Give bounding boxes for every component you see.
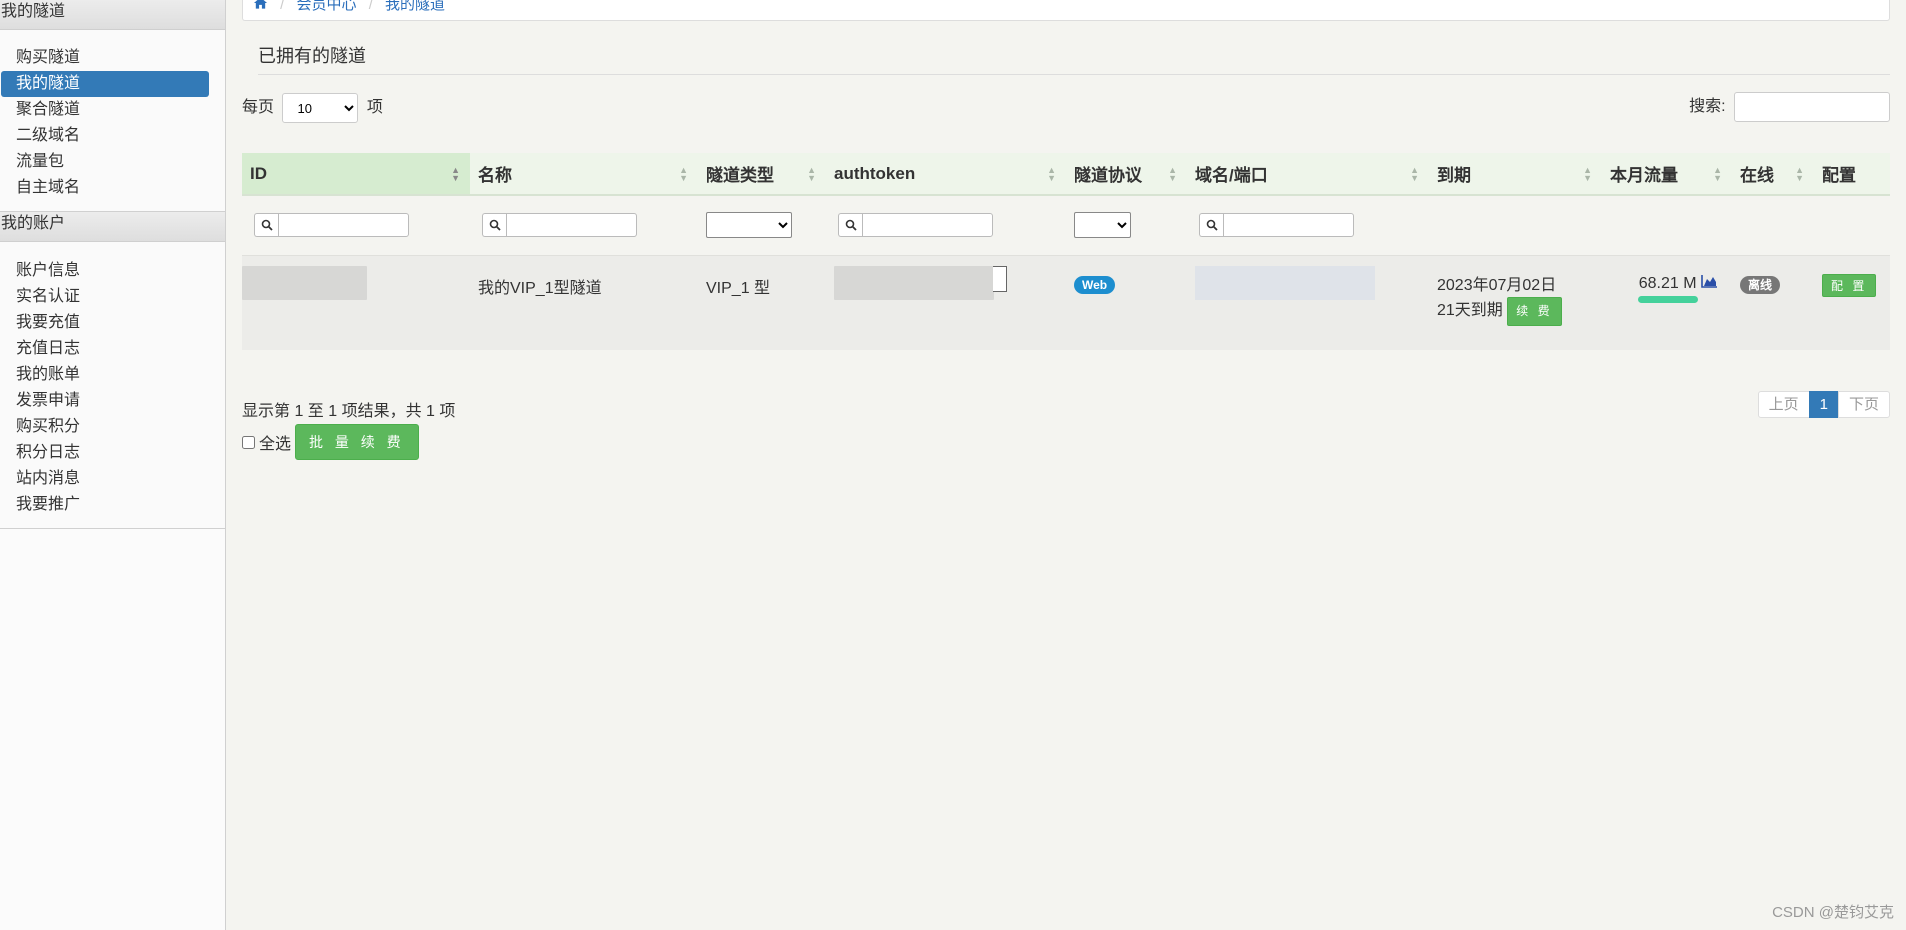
sidebar-item-buy-tunnel[interactable]: 购买隧道: [1, 45, 209, 71]
table-info: 显示第 1 至 1 项结果，共 1 项: [242, 403, 456, 420]
col-traffic[interactable]: 本月流量 ▲ ▼: [1602, 153, 1732, 196]
sidebar-item-points-log[interactable]: 积分日志: [1, 440, 209, 466]
sidebar-header-account: 我的账户: [0, 212, 225, 242]
per-page-select[interactable]: 10: [282, 93, 359, 123]
online-status-badge: 离线: [1740, 275, 1781, 294]
col-expiry[interactable]: 到期 ▲ ▼: [1429, 153, 1602, 196]
expiry-date: 2023年07月02日: [1437, 276, 1557, 294]
sort-icon: ▲ ▼: [1583, 165, 1592, 183]
redacted-authtoken: [834, 265, 994, 300]
tunnels-table: ID ▲ ▼ 名称 ▲ ▼ 隧道类型 ▲ ▼ authtoken ▲ ▼ 隧道协议 ▲ ▼ 域名/端…: [242, 153, 1890, 350]
tunnel-name: 我的VIP_1型隧道: [470, 254, 698, 350]
sidebar-item-recharge-log[interactable]: 充值日志: [1, 336, 209, 362]
sort-icon: ▲ ▼: [1713, 165, 1722, 183]
table-header-row: ID ▲ ▼ 名称 ▲ ▼ 隧道类型 ▲ ▼ authtoken ▲ ▼ 隧道协议 ▲ ▼ 域名/端…: [242, 153, 1890, 196]
col-config: 配置: [1814, 153, 1890, 196]
pagination-prev[interactable]: 上页: [1757, 391, 1810, 418]
batch-actions: 全选 批 量 续 费: [242, 424, 419, 460]
search-icon: [482, 213, 506, 238]
sidebar-group-account: 账户信息 实名认证 我要充值 充值日志 我的账单 发票申请 购买积分 积分日志 …: [0, 242, 225, 529]
watermark: CSDN @楚钧艾克: [1772, 904, 1894, 921]
protocol-badge: Web: [1074, 275, 1116, 294]
main-content: / 会员中心 / 我的隧道 已拥有的隧道 每页 10 项 搜索: ID ▲ ▼ 名称…: [227, 0, 1906, 930]
per-page-label: 每页: [242, 99, 275, 117]
filter-type-select[interactable]: [706, 212, 792, 239]
col-online[interactable]: 在线 ▲ ▼: [1732, 153, 1814, 196]
sidebar-item-my-tunnels[interactable]: 我的隧道: [1, 71, 209, 97]
home-icon[interactable]: [253, 0, 268, 15]
select-all-label: 全选: [259, 436, 292, 453]
expiry-remaining: 21天到期: [1437, 301, 1503, 319]
filter-protocol-select[interactable]: [1074, 212, 1131, 239]
breadcrumb-separator: /: [280, 0, 285, 13]
breadcrumb-my-tunnels[interactable]: 我的隧道: [385, 0, 445, 14]
sidebar-item-promotion[interactable]: 我要推广: [1, 492, 209, 518]
search-input[interactable]: [1734, 92, 1890, 122]
table-row: 我的VIP_1型隧道 VIP_1 型 Web 2023年07月02日 21天到期…: [242, 254, 1890, 350]
sidebar-item-messages[interactable]: 站内消息: [1, 466, 209, 492]
breadcrumb-separator: /: [368, 0, 373, 13]
sort-icon: ▲ ▼: [679, 165, 688, 183]
search-icon: [1199, 213, 1223, 238]
sidebar-item-invoice[interactable]: 发票申请: [1, 388, 209, 414]
sidebar-item-custom-domain[interactable]: 自主域名: [1, 175, 209, 201]
sort-icon: ▲ ▼: [1410, 165, 1419, 183]
sidebar-item-traffic-pack[interactable]: 流量包: [1, 149, 209, 175]
sidebar-item-aggregate-tunnel[interactable]: 聚合隧道: [1, 97, 209, 123]
search-label: 搜索:: [1689, 98, 1726, 116]
pagination-current[interactable]: 1: [1808, 391, 1839, 418]
sidebar-item-buy-points[interactable]: 购买积分: [1, 414, 209, 440]
search-control: 搜索:: [1689, 92, 1890, 122]
filter-name-input[interactable]: [506, 213, 637, 238]
sidebar-item-verification[interactable]: 实名认证: [1, 284, 209, 310]
filter-domain-input[interactable]: [1223, 213, 1354, 238]
pagination: 上页 1 下页: [1757, 391, 1890, 418]
breadcrumb: / 会员中心 / 我的隧道: [242, 0, 1890, 21]
sidebar-header-tunnels: 我的隧道: [0, 0, 225, 30]
sidebar-group-tunnels: 购买隧道 我的隧道 聚合隧道 二级域名 流量包 自主域名: [0, 30, 225, 212]
breadcrumb-member-center[interactable]: 会员中心: [297, 0, 357, 14]
redacted-domain: [1195, 265, 1375, 300]
col-protocol[interactable]: 隧道协议 ▲ ▼: [1066, 153, 1187, 196]
config-button[interactable]: 配 置: [1822, 273, 1877, 297]
search-icon: [254, 213, 278, 238]
traffic-value: 68.21 M: [1638, 274, 1697, 292]
tunnel-type: VIP_1 型: [698, 254, 826, 350]
sort-icon: ▲ ▼: [1168, 165, 1177, 183]
pagination-next[interactable]: 下页: [1837, 391, 1890, 418]
sort-icon: ▲ ▼: [1047, 165, 1056, 183]
search-icon: [838, 213, 862, 238]
page-title: 已拥有的隧道: [258, 46, 366, 66]
traffic-progress-bar: [1638, 295, 1698, 303]
filter-authtoken-input[interactable]: [862, 213, 993, 238]
batch-renew-button[interactable]: 批 量 续 费: [295, 424, 419, 460]
divider: [258, 74, 1890, 75]
per-page-control: 每页 10 项: [242, 93, 383, 123]
sort-icon: ▲ ▼: [807, 165, 816, 183]
area-chart-icon[interactable]: [1701, 274, 1718, 292]
col-id[interactable]: ID ▲ ▼: [242, 153, 470, 196]
filter-row: [242, 195, 1890, 255]
col-name[interactable]: 名称 ▲ ▼: [470, 153, 698, 196]
sidebar-item-account-info[interactable]: 账户信息: [1, 258, 209, 284]
sidebar-item-subdomain[interactable]: 二级域名: [1, 123, 209, 149]
select-all-checkbox[interactable]: [242, 435, 255, 449]
col-authtoken[interactable]: authtoken ▲ ▼: [826, 153, 1066, 196]
redacted-id: [242, 265, 367, 300]
sort-icon: ▲ ▼: [1795, 165, 1804, 183]
sort-icon: ▲ ▼: [451, 165, 460, 183]
sidebar-item-bills[interactable]: 我的账单: [1, 362, 209, 388]
sidebar-item-recharge[interactable]: 我要充值: [1, 310, 209, 336]
filter-id-input[interactable]: [278, 213, 409, 238]
renew-button[interactable]: 续 费: [1507, 296, 1562, 326]
copy-token-button[interactable]: [993, 265, 1007, 292]
sidebar: 我的隧道 购买隧道 我的隧道 聚合隧道 二级域名 流量包 自主域名 我的账户 账…: [0, 0, 226, 930]
col-type[interactable]: 隧道类型 ▲ ▼: [698, 153, 826, 196]
col-domain-port[interactable]: 域名/端口 ▲ ▼: [1187, 153, 1429, 196]
per-page-suffix: 项: [366, 99, 383, 117]
